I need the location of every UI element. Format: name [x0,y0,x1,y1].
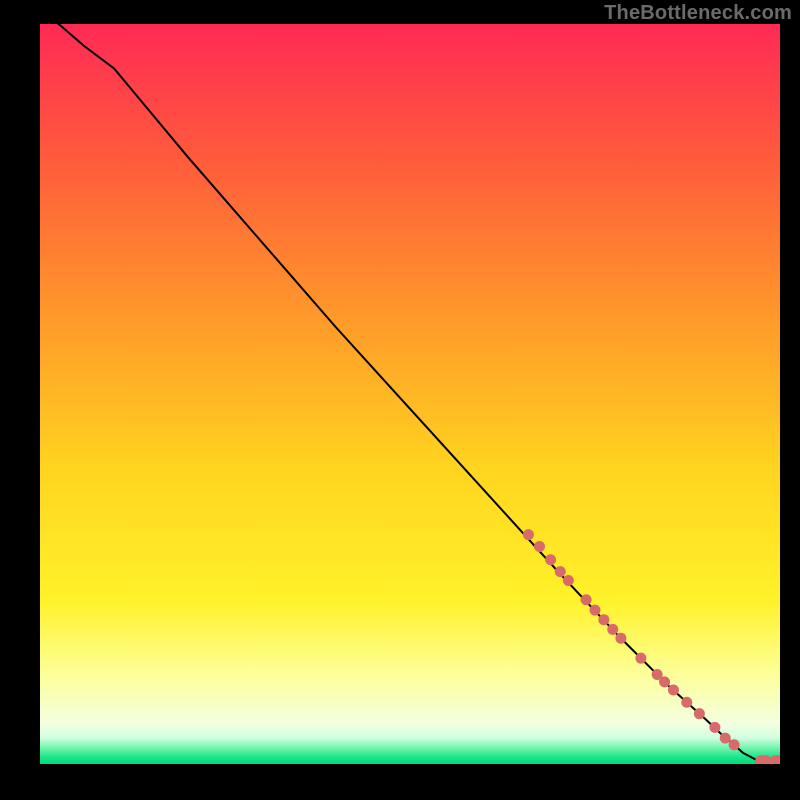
watermark-text: TheBottleneck.com [604,2,792,25]
highlight-dot [563,575,574,586]
highlight-dot [555,566,566,577]
chart-frame: TheBottleneck.com [0,0,800,800]
highlight-dot [635,653,646,664]
highlight-dot [534,541,545,552]
highlight-dot [581,594,592,605]
plot-area [40,24,780,764]
highlight-dot [694,708,705,719]
highlight-dot [590,605,601,616]
highlight-dot [615,633,626,644]
highlight-dot [720,733,731,744]
highlight-dot [545,554,556,565]
highlight-dot [607,624,618,635]
highlight-dot [709,722,720,733]
highlight-dot [668,685,679,696]
plot-background [40,24,780,764]
highlight-dot [659,676,670,687]
highlight-dot [598,614,609,625]
highlight-dot [523,529,534,540]
highlight-dot [729,739,740,750]
chart-svg [40,24,780,764]
highlight-dot [681,697,692,708]
